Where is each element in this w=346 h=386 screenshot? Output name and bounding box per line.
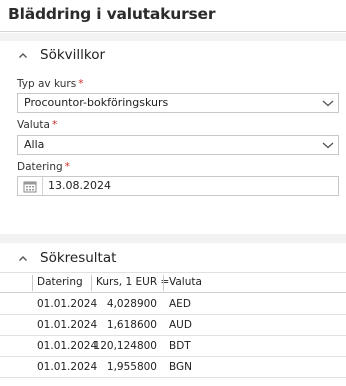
table-row[interactable]: 01.01.2024 1,955800 BGN [0, 357, 346, 378]
table-row[interactable]: 01.01.2024 120,124800 BDT [0, 336, 346, 357]
required-mark: * [64, 161, 70, 173]
section-divider [0, 33, 346, 41]
column-divider [32, 275, 33, 291]
required-mark: * [78, 78, 84, 90]
results-panel-header[interactable]: Sökresultat [0, 245, 346, 273]
date-label: Datering * [17, 161, 70, 173]
calendar-icon[interactable] [23, 180, 37, 193]
currency-select[interactable]: Alla [17, 135, 339, 155]
column-header-date[interactable]: Datering [37, 276, 83, 288]
date-value: 13.08.2024 [48, 179, 111, 192]
chevron-up-icon[interactable] [18, 51, 28, 61]
section-divider [0, 234, 346, 243]
row-currency: AED [169, 298, 191, 310]
search-panel-header[interactable]: Sökvillkor [0, 42, 346, 70]
results-panel-title: Sökresultat [40, 250, 117, 266]
row-rate: 1,955800 [106, 361, 157, 373]
chevron-down-icon[interactable] [322, 140, 334, 150]
rate-type-value: Procountor-bokföringskurs [24, 96, 169, 109]
column-divider [163, 275, 164, 291]
table-row[interactable]: 01.01.2024 1,618600 AUD [0, 315, 346, 336]
search-panel-title: Sökvillkor [40, 47, 106, 63]
row-rate: 120,124800 [93, 340, 157, 352]
currency-label: Valuta * [17, 119, 58, 131]
page-title: Bläddring i valutakurser [8, 5, 216, 23]
table-row[interactable]: 01.01.2024 4,028900 AED [0, 294, 346, 315]
chevron-up-icon[interactable] [18, 254, 28, 264]
column-header-currency[interactable]: Valuta [169, 276, 202, 288]
currency-value: Alla [24, 138, 45, 151]
title-bar: Bläddring i valutakurser [0, 0, 346, 32]
column-divider [91, 275, 92, 291]
row-rate: 1,618600 [106, 319, 157, 331]
row-currency: BDT [169, 340, 191, 352]
required-mark: * [51, 119, 58, 131]
row-currency: BGN [169, 361, 193, 373]
row-rate: 4,028900 [106, 298, 157, 310]
row-currency: AUD [169, 319, 192, 331]
column-header-rate[interactable]: Kurs, 1 EUR = [96, 276, 169, 288]
rate-type-label: Typ av kurs * [17, 78, 84, 90]
chevron-down-icon[interactable] [322, 98, 334, 108]
table-header: Datering Kurs, 1 EUR = Valuta [0, 272, 346, 293]
date-field[interactable]: 13.08.2024 [17, 176, 339, 196]
field-separator [42, 177, 43, 195]
rate-type-select[interactable]: Procountor-bokföringskurs [17, 93, 339, 113]
